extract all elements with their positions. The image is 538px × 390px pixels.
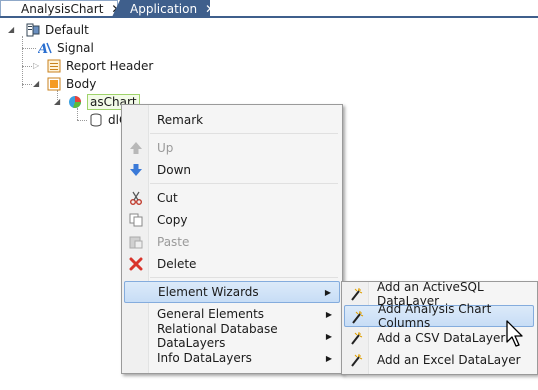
document-tab-bar: AnalysisChart ✕ Application ✕ — [0, 0, 538, 18]
tree-node-label: Default — [45, 23, 89, 37]
delete-x-icon — [129, 257, 143, 271]
menu-item-copy[interactable]: Copy — [124, 209, 340, 231]
menu-item-label: Remark — [157, 113, 204, 127]
menu-item-paste[interactable]: Paste — [124, 231, 340, 253]
menu-item-label: Element Wizards — [158, 285, 259, 299]
tab-label: Application — [130, 1, 198, 16]
tree-node-label: Signal — [57, 41, 94, 55]
submenu-item-add-excel-datalayer[interactable]: Add an Excel DataLayer — [344, 349, 534, 371]
tree-node-signal[interactable]: A Signal — [36, 39, 94, 57]
context-menu: Remark Up Down Cut Copy Paste Delete Ele… — [121, 104, 343, 374]
menu-item-label: Copy — [157, 213, 188, 227]
submenu-arrow-icon: ▶ — [324, 287, 331, 297]
menu-item-info-datalayers[interactable]: Info DataLayers ▶ — [124, 347, 340, 369]
up-arrow-icon — [129, 141, 143, 155]
menu-item-label: General Elements — [157, 307, 265, 321]
mouse-pointer-icon — [506, 320, 523, 347]
menu-item-label: Info DataLayers — [157, 351, 252, 365]
magic-wand-icon — [349, 287, 363, 301]
magic-wand-icon — [350, 310, 364, 324]
menu-item-down[interactable]: Down — [124, 159, 340, 181]
tab-application[interactable]: Application ✕ — [112, 0, 210, 17]
menu-item-up[interactable]: Up — [124, 137, 340, 159]
menu-item-label: Cut — [157, 191, 178, 205]
menu-item-label: Down — [157, 163, 192, 177]
submenu-arrow-icon: ▶ — [325, 353, 332, 363]
tree-connector — [77, 120, 87, 121]
tree-node-default[interactable]: Default — [26, 21, 89, 39]
tab-analysischart[interactable]: AnalysisChart ✕ — [0, 0, 121, 17]
tree-connector — [22, 84, 32, 85]
menu-item-label: Relational Database DataLayers — [157, 322, 278, 350]
scissors-icon — [129, 191, 143, 205]
menu-separator — [150, 133, 338, 134]
chart-icon — [68, 95, 82, 109]
menu-separator — [150, 277, 338, 278]
report-definition-icon — [26, 23, 40, 37]
tree-node-label: Report Header — [66, 59, 154, 73]
down-arrow-icon — [129, 163, 143, 177]
tree-node-report-header[interactable]: Report Header — [47, 57, 153, 75]
menu-item-remark[interactable]: Remark — [124, 109, 340, 131]
menu-item-label: Add a CSV DataLayer — [377, 331, 506, 345]
expanded-triangle-icon[interactable]: ◢ — [8, 25, 14, 34]
expanded-triangle-icon[interactable]: ◢ — [33, 79, 39, 88]
menu-item-label: Paste — [157, 235, 190, 249]
section-icon — [47, 59, 61, 73]
signal-icon: A — [36, 41, 52, 57]
database-icon — [89, 113, 103, 127]
magic-wand-icon — [349, 353, 363, 367]
collapsed-triangle-icon[interactable]: ▷ — [33, 61, 39, 70]
menu-item-label: Add an Excel DataLayer — [377, 353, 521, 367]
submenu-arrow-icon: ▶ — [325, 331, 332, 341]
close-icon[interactable]: ✕ — [205, 2, 210, 16]
magic-wand-icon — [349, 331, 363, 345]
tree-connector — [22, 48, 36, 49]
menu-separator — [150, 183, 338, 184]
body-icon — [47, 77, 61, 91]
tab-label: AnalysisChart — [21, 2, 104, 16]
copy-icon — [129, 213, 143, 227]
menu-item-delete[interactable]: Delete — [124, 253, 340, 275]
tree-node-label: Body — [66, 77, 97, 91]
tree-node-body[interactable]: Body — [47, 75, 96, 93]
tree-connector — [22, 36, 23, 88]
submenu-arrow-icon: ▶ — [325, 309, 332, 319]
menu-item-element-wizards[interactable]: Element Wizards ▶ — [124, 281, 340, 303]
menu-item-label: Up — [157, 141, 174, 155]
paste-icon — [129, 235, 143, 249]
tree-connector — [22, 66, 32, 67]
menu-item-relational-database-datalayers[interactable]: Relational Database DataLayers ▶ — [124, 322, 340, 350]
expanded-triangle-icon[interactable]: ◢ — [54, 97, 60, 106]
menu-item-label: Delete — [157, 257, 197, 271]
menu-item-cut[interactable]: Cut — [124, 187, 340, 209]
